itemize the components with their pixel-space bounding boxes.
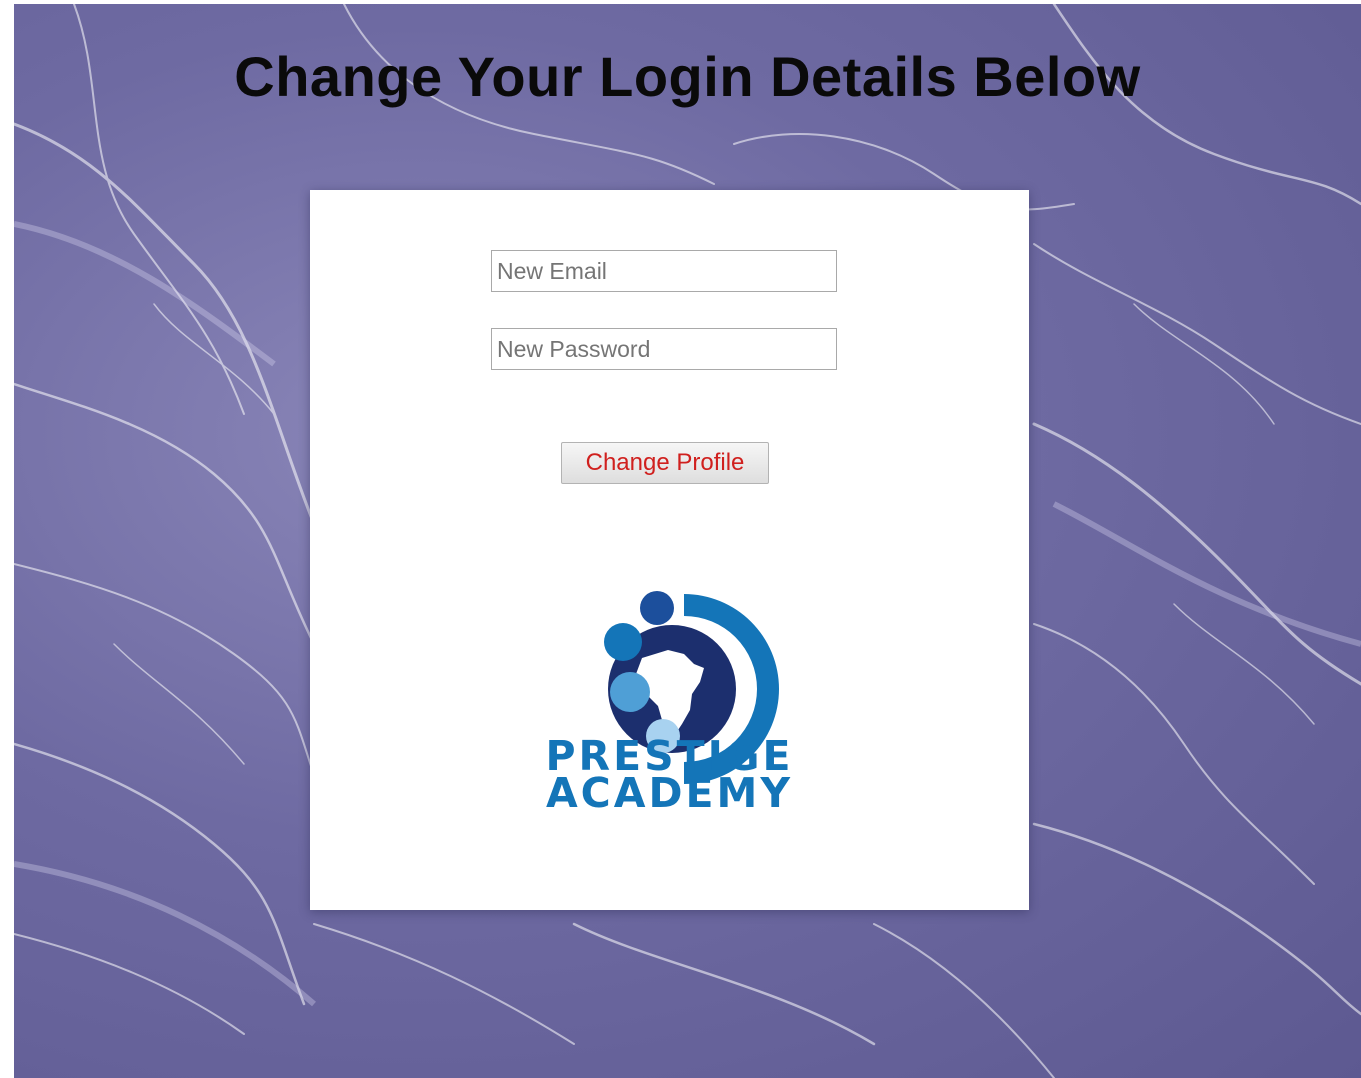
change-profile-button[interactable]: Change Profile: [561, 442, 769, 484]
brand-name-line2: ACADEMY: [545, 769, 794, 817]
page-background: Change Your Login Details Below Change P…: [14, 4, 1361, 1078]
logo-dot-2: [604, 623, 642, 661]
page-title: Change Your Login Details Below: [234, 45, 1141, 108]
new-email-input[interactable]: [491, 250, 837, 292]
logo-dot-3: [610, 672, 650, 712]
change-login-card: Change Profile PRESTIGE ACADEMY: [310, 190, 1029, 910]
logo-dot-1: [640, 591, 674, 625]
new-password-input[interactable]: [491, 328, 837, 370]
